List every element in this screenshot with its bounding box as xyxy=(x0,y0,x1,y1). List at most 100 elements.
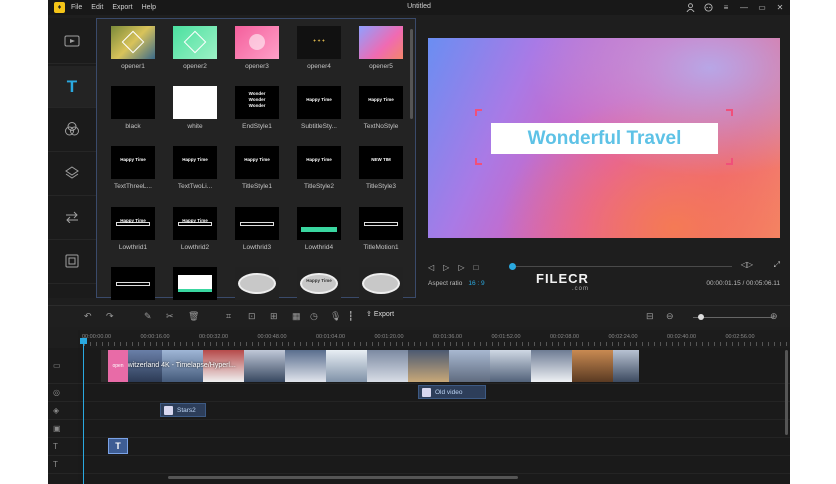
snapshot-icon[interactable]: ◁▷ xyxy=(741,260,753,269)
maximize-icon[interactable]: ▭ xyxy=(756,2,768,13)
effect-clip[interactable]: Old video xyxy=(418,385,486,399)
library-item[interactable]: Wonder Wonder Wonder EndStyle1 xyxy=(225,86,289,130)
library-item[interactable]: Happy Time xyxy=(287,267,351,304)
timeline-hscrollbar[interactable] xyxy=(168,476,518,479)
menu-icon[interactable]: ≡ xyxy=(720,2,732,13)
rail-overlays[interactable] xyxy=(48,154,96,196)
export-button[interactable]: ⇪ Export xyxy=(366,310,394,318)
library-item[interactable]: Happy Time TextTwoLi... xyxy=(163,146,227,190)
zoom-slider-handle[interactable] xyxy=(698,314,704,320)
rail-transitions[interactable] xyxy=(48,198,96,240)
opener-clip[interactable]: open xyxy=(108,350,128,382)
library-item[interactable]: Lowthrid4 xyxy=(287,207,351,251)
timeline-playhead[interactable] xyxy=(83,338,84,484)
ruler-label: 00:01:36.00 xyxy=(433,334,463,340)
library-item[interactable]: Happy Time TitleStyle1 xyxy=(225,146,289,190)
edit-toolbar: ↶ ↷ ✎ ✂ 🗑 ⌗ ⊡ ⊞ ▦ ◷ 🎙 ┇ ⇪ Export ⊟ ⊖ ⊕ xyxy=(48,305,790,327)
crop-icon[interactable]: ⌗ xyxy=(226,311,231,322)
ruler-label: 00:01:52.00 xyxy=(491,334,521,340)
library-item[interactable]: black xyxy=(101,86,165,130)
stop-icon[interactable]: □ xyxy=(473,263,478,272)
record-icon[interactable]: 🎙 xyxy=(330,311,341,322)
preview-progress-handle[interactable] xyxy=(509,263,517,270)
fullscreen-icon[interactable]: ⤢ xyxy=(774,260,780,270)
library-item-label: Lowthrid3 xyxy=(242,244,272,251)
delete-icon[interactable]: 🗑 xyxy=(188,311,199,322)
text-track-icon[interactable]: T xyxy=(48,438,78,456)
rail-text[interactable]: T xyxy=(48,66,96,108)
library-item[interactable]: ✦ ✦ ✦ opener4 xyxy=(287,26,351,70)
feedback-icon[interactable] xyxy=(702,2,714,13)
library-item[interactable]: opener1 xyxy=(101,26,165,70)
video-frame-thumbnail xyxy=(531,350,572,382)
redo-icon[interactable]: ↷ xyxy=(106,311,114,322)
library-item[interactable] xyxy=(349,267,413,304)
pip-track-icon[interactable]: ▣ xyxy=(48,420,78,438)
timeline-ruler[interactable]: 00:00:00.00 00:00:16.00 00:00:32.00 00:00:4… xyxy=(78,330,790,348)
corner-marker xyxy=(475,158,482,165)
preview-title-banner[interactable]: Wonderful Travel xyxy=(491,123,718,154)
menu-file[interactable]: File xyxy=(71,4,82,11)
library-item[interactable]: Happy Time Lowthrid2 xyxy=(163,207,227,251)
library-item[interactable]: opener3 xyxy=(225,26,289,70)
freeze-icon[interactable]: ⊞ xyxy=(270,311,278,322)
cut-icon[interactable]: ✂ xyxy=(166,311,174,322)
library-thumbnail xyxy=(359,267,403,300)
mosaic-icon[interactable]: ▦ xyxy=(292,311,301,322)
menu-export[interactable]: Export xyxy=(112,4,132,11)
library-item[interactable]: TitleMotion1 xyxy=(349,207,413,251)
library-thumbnail: Happy Time xyxy=(173,207,217,240)
rail-media[interactable] xyxy=(48,22,96,64)
library-item[interactable]: Happy Time TextThreeL... xyxy=(101,146,165,190)
aspect-ratio-value[interactable]: 16 : 9 xyxy=(468,280,484,287)
prev-frame-icon[interactable]: ◁ xyxy=(428,263,434,272)
pen-icon[interactable]: ✎ xyxy=(144,311,152,322)
library-item[interactable]: Happy Time Lowthrid1 xyxy=(101,207,165,251)
undo-icon[interactable]: ↶ xyxy=(84,311,92,322)
rail-filters[interactable] xyxy=(48,110,96,152)
zoom-slider-track[interactable] xyxy=(693,317,773,318)
menu-edit[interactable]: Edit xyxy=(91,4,103,11)
text-clip[interactable]: T xyxy=(108,438,128,454)
rail-elements[interactable] xyxy=(48,242,96,284)
user-icon[interactable] xyxy=(684,2,696,13)
next-frame-icon[interactable]: ▷ xyxy=(458,263,464,272)
video-frame-thumbnail xyxy=(408,350,449,382)
speed-icon[interactable]: ◷ xyxy=(310,311,318,322)
video-clip[interactable]: Switzerland 4K - Timelapse/Hyperl... xyxy=(101,350,639,382)
overlay-clip[interactable]: Stars2 xyxy=(160,403,206,417)
title-track-icon[interactable]: T xyxy=(48,456,78,474)
library-item[interactable]: white xyxy=(163,86,227,130)
zoom-clip-icon[interactable]: ⊡ xyxy=(248,311,256,322)
filter-track-icon[interactable]: ◎ xyxy=(48,384,78,402)
zoom-out-icon[interactable]: ⊖ xyxy=(666,311,674,322)
video-track-icon[interactable]: ▭ xyxy=(48,348,78,384)
library-item[interactable]: Lowthrid3 xyxy=(225,207,289,251)
close-icon[interactable]: ✕ xyxy=(774,2,786,13)
library-item[interactable] xyxy=(225,267,289,304)
library-item[interactable]: opener2 xyxy=(163,26,227,70)
play-icon[interactable]: ▷ xyxy=(443,263,449,272)
timeline-playhead-handle[interactable] xyxy=(80,338,87,344)
minimize-icon[interactable]: — xyxy=(738,2,750,13)
library-thumbnail xyxy=(173,267,217,300)
timeline-vscrollbar[interactable] xyxy=(785,350,788,435)
library-item[interactable] xyxy=(163,267,227,304)
preview-progress-bar[interactable] xyxy=(512,266,732,267)
library-item[interactable]: Happy Time TextNoStyle xyxy=(349,86,413,130)
library-thumbnail: Happy Time xyxy=(173,146,217,179)
library-item[interactable] xyxy=(101,267,165,304)
library-item[interactable]: Happy Time TitleStyle2 xyxy=(287,146,351,190)
audio-icon[interactable]: ┇ xyxy=(348,311,353,322)
effect-clip-label: Old video xyxy=(435,388,463,396)
library-item[interactable]: Happy Time SubtitleSty... xyxy=(287,86,351,130)
menu-help[interactable]: Help xyxy=(142,4,156,11)
preview-player: Wonderful Travel xyxy=(428,38,780,238)
library-item[interactable]: NEW TIM TitleStyle3 xyxy=(349,146,413,190)
title-bar: ♦ File Edit Export Help Untitled ≡ — ▭ ✕ xyxy=(48,0,790,15)
zoom-in-icon[interactable]: ⊕ xyxy=(770,311,778,322)
fit-timeline-icon[interactable]: ⊟ xyxy=(646,311,654,322)
overlay-track-icon[interactable]: ◈ xyxy=(48,402,78,420)
library-item[interactable]: opener5 xyxy=(349,26,413,70)
text-track: T xyxy=(78,438,790,456)
